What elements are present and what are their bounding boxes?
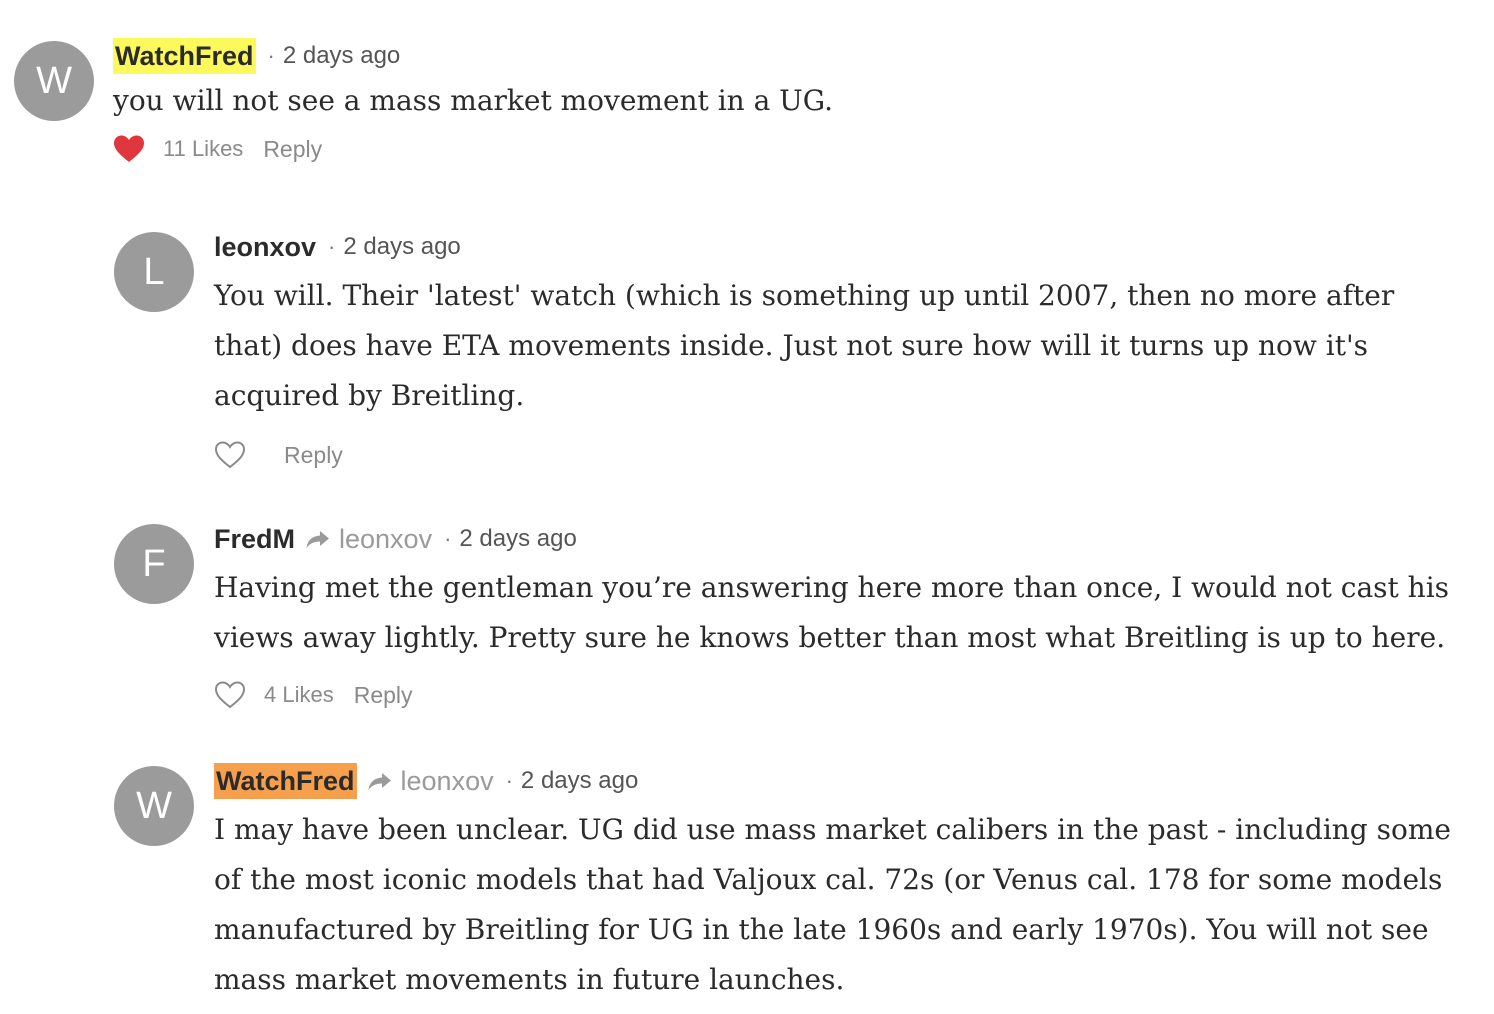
avatar[interactable]: W	[114, 766, 194, 846]
avatar-letter: W	[36, 59, 72, 102]
heart-outline-icon[interactable]	[214, 680, 246, 710]
meta-separator: ·	[444, 526, 452, 551]
avatar[interactable]: W	[14, 41, 94, 121]
heart-outline-icon[interactable]	[214, 440, 246, 470]
reply-arrow-icon	[305, 528, 331, 550]
author-name[interactable]: WatchFred	[214, 763, 357, 799]
timestamp[interactable]: 2 days ago	[459, 525, 576, 553]
comment-actions: 4 Likes Reply	[214, 677, 1479, 713]
comment-actions: 11 Likes Reply	[113, 131, 1473, 167]
comment-text: Having met the gentleman you’re answerin…	[214, 571, 1450, 654]
likes-count[interactable]: 11 Likes	[163, 136, 243, 162]
avatar[interactable]: L	[114, 232, 194, 312]
comment-meta: leonxov · 2 days ago	[214, 229, 1464, 265]
comment-actions: Reply	[214, 437, 1464, 473]
meta-separator: ·	[267, 43, 275, 68]
author-name[interactable]: leonxov	[214, 229, 316, 265]
comment-meta: WatchFred · 2 days ago	[113, 38, 1473, 74]
reply-button[interactable]: Reply	[284, 442, 343, 469]
avatar[interactable]: F	[114, 524, 194, 604]
reply-button[interactable]: Reply	[354, 682, 413, 709]
reply-to-user[interactable]: leonxov	[401, 766, 494, 797]
reply-to-user[interactable]: leonxov	[339, 524, 432, 555]
reply-button[interactable]: Reply	[263, 136, 322, 163]
heart-filled-icon[interactable]	[113, 134, 145, 164]
reply-arrow-icon	[367, 770, 393, 792]
comment-meta: FredM leonxov · 2 days ago	[214, 521, 1479, 557]
comment-meta: WatchFred leonxov · 2 days ago	[214, 763, 1469, 799]
author-name[interactable]: FredM	[214, 521, 295, 557]
author-name[interactable]: WatchFred	[113, 38, 256, 74]
comment-text: I may have been unclear. UG did use mass…	[214, 813, 1451, 996]
comment-text: You will. Their 'latest' watch (which is…	[214, 279, 1395, 412]
avatar-letter: W	[136, 784, 172, 827]
likes-count[interactable]: 4 Likes	[264, 682, 334, 708]
avatar-letter: F	[142, 542, 166, 585]
timestamp[interactable]: 2 days ago	[343, 233, 460, 261]
timestamp[interactable]: 2 days ago	[283, 42, 400, 70]
meta-separator: ·	[505, 768, 513, 793]
timestamp[interactable]: 2 days ago	[521, 767, 638, 795]
comment-text: you will not see a mass market movement …	[113, 84, 834, 117]
avatar-letter: L	[143, 250, 165, 293]
meta-separator: ·	[328, 234, 336, 259]
